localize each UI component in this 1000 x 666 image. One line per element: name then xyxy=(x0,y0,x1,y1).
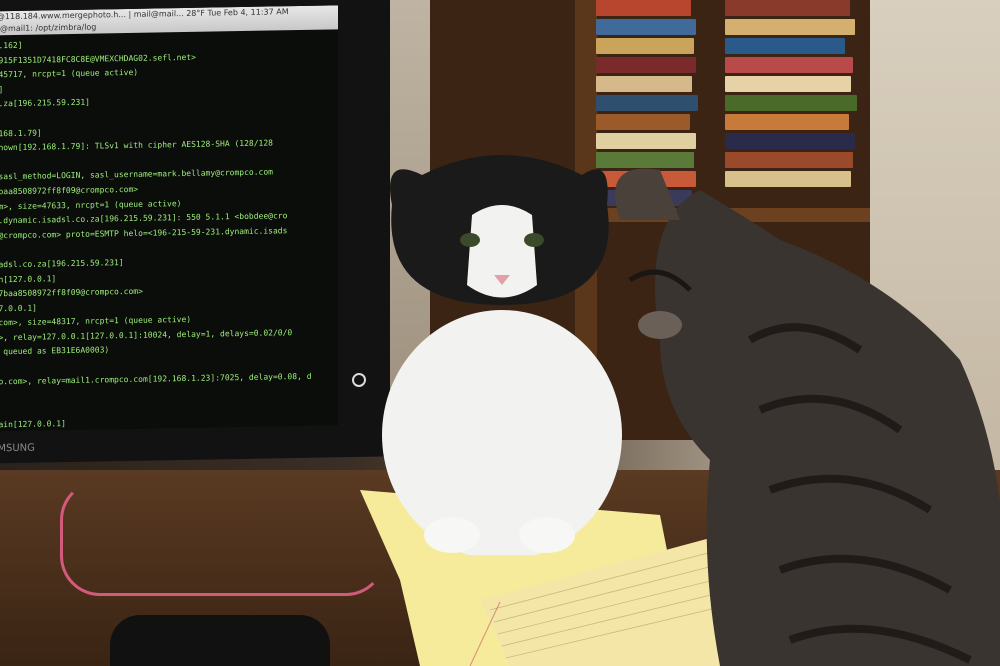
book-icon xyxy=(596,57,696,73)
book-icon xyxy=(725,19,855,35)
pink-cable xyxy=(60,480,386,596)
monitor: m2@118.184.www.mergephoto.h... | mail@ma… xyxy=(0,0,390,464)
terminal-titlebar[interactable]: m2@118.184.www.mergephoto.h... | mail@ma… xyxy=(0,5,338,36)
book-icon xyxy=(725,38,845,54)
monitor-screen: m2@118.184.www.mergephoto.h... | mail@ma… xyxy=(0,5,338,432)
book-icon xyxy=(725,95,857,111)
photo-scene: m2@118.184.www.mergephoto.h... | mail@ma… xyxy=(0,0,1000,666)
monitor-brand: SAMSUNG xyxy=(0,442,35,455)
monitor-stand xyxy=(110,615,330,666)
book-icon xyxy=(596,114,690,130)
terminal-output[interactable]: 161.162] 0@6915F1351D7418FC8C8E@VMEXCHDAG… xyxy=(0,33,336,432)
book-icon xyxy=(596,19,696,35)
tabby-cat-icon xyxy=(615,168,1000,666)
book-icon xyxy=(725,57,853,73)
book-icon xyxy=(725,114,849,130)
book-icon xyxy=(596,95,698,111)
book-icon xyxy=(725,133,855,149)
book-icon xyxy=(596,38,694,54)
book-icon xyxy=(596,0,691,16)
book-icon xyxy=(596,76,692,92)
book-icon xyxy=(725,76,851,92)
book-icon xyxy=(725,0,850,16)
